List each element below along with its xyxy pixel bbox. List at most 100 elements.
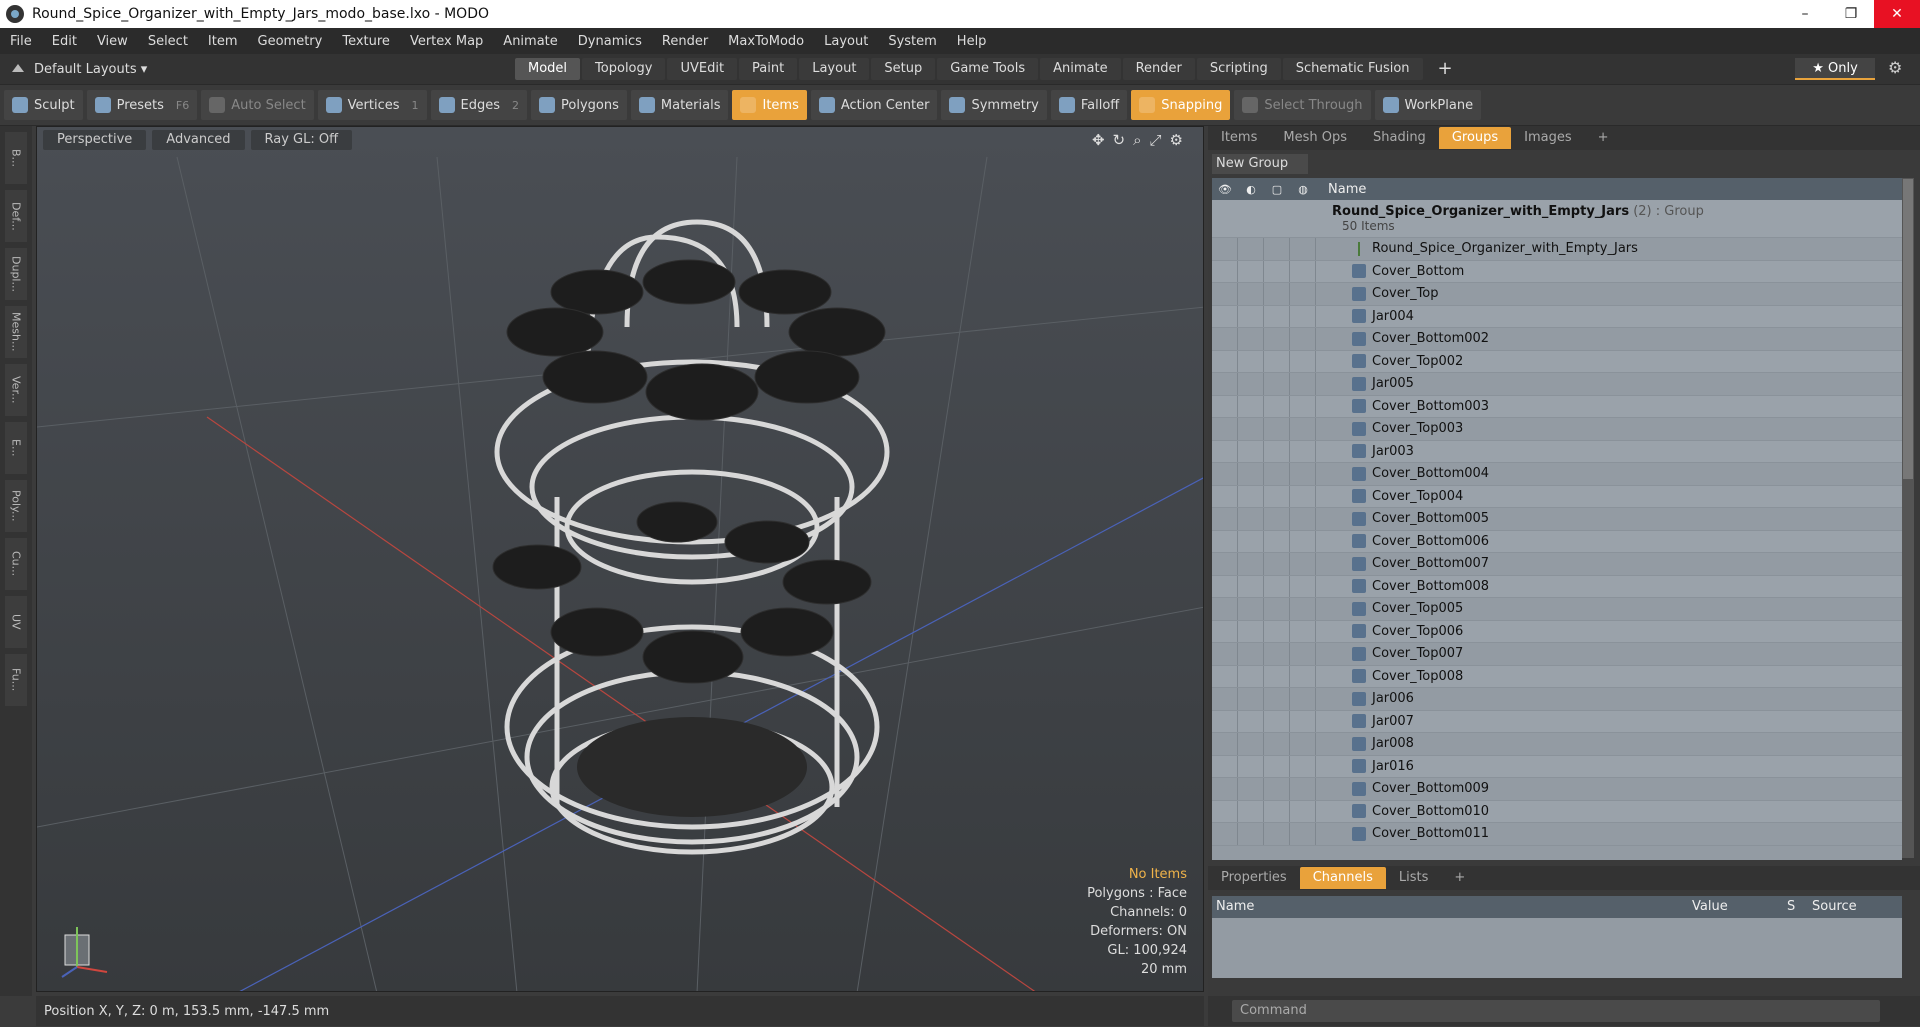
vertices-button[interactable]: Vertices 1 [317, 90, 427, 120]
list-item[interactable]: Cover_Bottom [1212, 260, 1902, 283]
list-item[interactable]: Cover_Top [1212, 283, 1902, 306]
add-tab-icon[interactable]: + [1441, 867, 1478, 889]
sculpt-button[interactable]: Sculpt [4, 90, 83, 120]
3d-viewport[interactable]: Perspective Advanced Ray GL: Off ✥ ↻ ⌕ ⤢… [36, 126, 1204, 992]
menu-view[interactable]: View [87, 34, 138, 49]
menu-vertex-map[interactable]: Vertex Map [400, 34, 493, 49]
scroll-thumb[interactable] [1903, 179, 1913, 479]
auto-select-button[interactable]: Auto Select [201, 90, 314, 120]
list-item[interactable]: Cover_Top007 [1212, 643, 1902, 666]
tab-paint[interactable]: Paint [739, 58, 798, 80]
list-item[interactable]: Cover_Bottom008 [1212, 575, 1902, 598]
restore-button[interactable]: ❐ [1828, 0, 1874, 28]
list-item[interactable]: Cover_Bottom006 [1212, 530, 1902, 553]
list-scrollbar[interactable] [1902, 178, 1914, 858]
edges-button[interactable]: Edges 2 [430, 90, 528, 120]
menu-render[interactable]: Render [652, 34, 718, 49]
list-item[interactable]: Cover_Bottom005 [1212, 508, 1902, 531]
add-tab-icon[interactable]: + [1425, 58, 1466, 80]
strip-tab-vertex[interactable]: Ver... [5, 364, 27, 416]
menu-edit[interactable]: Edit [42, 34, 87, 49]
tab-scripting[interactable]: Scripting [1196, 58, 1281, 80]
tab-shading[interactable]: Shading [1360, 127, 1439, 149]
list-item[interactable]: Jar003 [1212, 440, 1902, 463]
list-item[interactable]: Cover_Top002 [1212, 350, 1902, 373]
close-button[interactable]: ✕ [1874, 0, 1920, 28]
lock-column-icon[interactable]: ▢ [1264, 183, 1290, 196]
list-item[interactable]: Cover_Bottom009 [1212, 778, 1902, 801]
tab-channels[interactable]: Channels [1299, 867, 1386, 889]
channel-name-header[interactable]: Name [1216, 899, 1254, 914]
polygons-button[interactable]: Polygons [531, 90, 627, 120]
strip-tab-curve[interactable]: Cu... [5, 538, 27, 590]
tab-schematic-fusion[interactable]: Schematic Fusion [1282, 58, 1423, 80]
tab-images[interactable]: Images [1511, 127, 1585, 149]
strip-tab-polygon[interactable]: Poly... [5, 480, 27, 532]
list-item[interactable]: Jar004 [1212, 305, 1902, 328]
list-item[interactable]: Cover_Top008 [1212, 665, 1902, 688]
list-item[interactable]: Cover_Bottom003 [1212, 395, 1902, 418]
channel-value-header[interactable]: Value [1692, 899, 1728, 914]
list-item[interactable]: Cover_Top006 [1212, 620, 1902, 643]
list-item[interactable]: Cover_Bottom004 [1212, 463, 1902, 486]
strip-tab-edge[interactable]: E... [5, 422, 27, 474]
gear-icon[interactable]: ⚙ [1888, 58, 1902, 77]
materials-button[interactable]: Materials [630, 90, 729, 120]
list-item[interactable]: Cover_Bottom007 [1212, 553, 1902, 576]
list-item[interactable]: Jar007 [1212, 710, 1902, 733]
tab-uvedit[interactable]: UVEdit [667, 58, 738, 80]
menu-animate[interactable]: Animate [493, 34, 567, 49]
select-through-button[interactable]: Select Through [1234, 90, 1371, 120]
tab-render[interactable]: Render [1122, 58, 1195, 80]
list-item[interactable]: Jar016 [1212, 755, 1902, 778]
list-item[interactable]: Cover_Top004 [1212, 485, 1902, 508]
menu-maxtomodo[interactable]: MaxToModo [718, 34, 814, 49]
only-button[interactable]: ★ Only [1795, 58, 1875, 80]
menu-help[interactable]: Help [947, 34, 997, 49]
list-item[interactable]: Jar006 [1212, 688, 1902, 711]
menu-layout[interactable]: Layout [814, 34, 878, 49]
action-center-button[interactable]: Action Center [810, 90, 938, 120]
strip-tab-fusion[interactable]: Fu... [5, 654, 27, 706]
workplane-button[interactable]: WorkPlane [1374, 90, 1482, 120]
tab-groups[interactable]: Groups [1438, 127, 1512, 149]
snapping-button[interactable]: Snapping [1131, 90, 1231, 120]
items-button[interactable]: Items [732, 90, 807, 120]
channel-source-header[interactable]: Source [1812, 899, 1857, 914]
list-item[interactable]: Round_Spice_Organizer_with_Empty_Jars [1212, 238, 1902, 261]
new-group-button[interactable]: New Group [1212, 154, 1308, 174]
menu-item[interactable]: Item [198, 34, 248, 49]
tab-model[interactable]: Model [515, 58, 581, 80]
add-tab-icon[interactable]: + [1585, 127, 1622, 149]
default-layouts-dropdown[interactable]: Default Layouts ▾ [0, 62, 160, 77]
tab-setup[interactable]: Setup [871, 58, 936, 80]
strip-tab-uv[interactable]: UV [5, 596, 27, 648]
list-item[interactable]: Jar008 [1212, 733, 1902, 756]
tab-lists[interactable]: Lists [1386, 867, 1442, 889]
presets-button[interactable]: Presets F6 [86, 90, 198, 120]
list-item[interactable]: Cover_Bottom010 [1212, 800, 1902, 823]
menu-system[interactable]: System [878, 34, 946, 49]
falloff-button[interactable]: Falloff [1050, 90, 1128, 120]
strip-tab-deform[interactable]: Def... [5, 190, 27, 242]
name-column-header[interactable]: Name [1328, 182, 1366, 197]
list-item[interactable]: Cover_Bottom011 [1212, 823, 1902, 846]
menu-texture[interactable]: Texture [332, 34, 400, 49]
menu-select[interactable]: Select [138, 34, 198, 49]
strip-tab-mesh[interactable]: Mesh... [5, 306, 27, 358]
tab-layout[interactable]: Layout [799, 58, 870, 80]
symmetry-button[interactable]: Symmetry [941, 90, 1047, 120]
list-item[interactable]: Jar005 [1212, 373, 1902, 396]
tab-items[interactable]: Items [1208, 127, 1270, 149]
visibility-column-icon[interactable]: 👁 [1212, 183, 1238, 196]
command-input[interactable]: Command [1232, 1000, 1880, 1022]
list-item[interactable]: Cover_Top005 [1212, 598, 1902, 621]
channel-s-header[interactable]: S [1787, 899, 1795, 914]
group-row[interactable]: Round_Spice_Organizer_with_Empty_Jars (2… [1212, 200, 1902, 238]
minimize-button[interactable]: – [1782, 0, 1828, 28]
menu-dynamics[interactable]: Dynamics [568, 34, 652, 49]
render-column-icon[interactable]: ◐ [1238, 183, 1264, 196]
tab-topology[interactable]: Topology [582, 58, 666, 80]
list-item[interactable]: Cover_Top003 [1212, 418, 1902, 441]
tab-animate[interactable]: Animate [1040, 58, 1121, 80]
